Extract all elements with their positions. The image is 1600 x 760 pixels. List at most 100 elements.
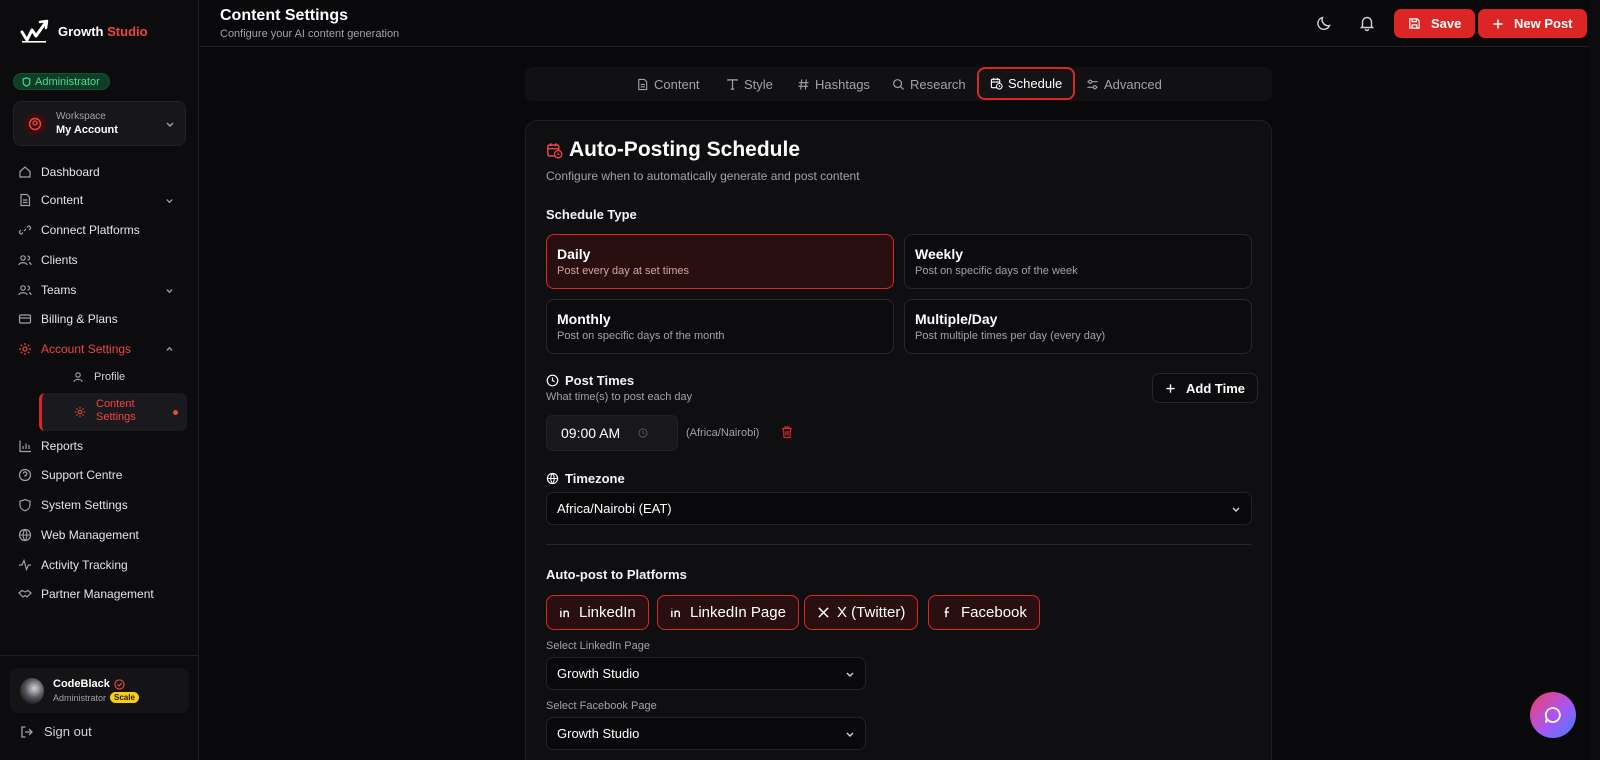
sidebar-item-content[interactable]: Content: [18, 188, 182, 212]
bell-icon[interactable]: [1358, 14, 1376, 32]
settings-tabs: Content Style Hashtags Research Schedule…: [525, 67, 1272, 101]
chevron-down-icon: [1232, 507, 1240, 512]
role-badge: Administrator: [13, 73, 110, 90]
timezone-select[interactable]: Africa/Nairobi (EAT): [546, 492, 1252, 525]
sidebar-item-label: System Settings: [41, 498, 128, 512]
sidebar-item-web-management[interactable]: Web Management: [18, 523, 182, 547]
linkedin-page-value: Growth Studio: [557, 666, 640, 681]
sidebar-item-teams[interactable]: Teams: [18, 278, 182, 302]
users-icon: [18, 255, 32, 266]
tab-hashtags[interactable]: Hashtags: [797, 67, 870, 101]
moon-icon[interactable]: [1316, 14, 1334, 32]
tab-content[interactable]: Content: [636, 67, 700, 101]
page-subtitle: Configure your AI content generation: [220, 28, 400, 40]
bar-chart-icon: [19, 440, 31, 453]
clock-icon: [638, 428, 648, 438]
platform-label: LinkedIn Page: [690, 604, 786, 621]
sign-out-button[interactable]: Sign out: [20, 724, 92, 739]
trash-icon[interactable]: [780, 425, 794, 439]
workspace-switcher[interactable]: Workspace My Account: [13, 101, 186, 146]
sidebar-item-support[interactable]: Support Centre: [18, 463, 182, 487]
section-title-text: Auto-Posting Schedule: [569, 138, 800, 161]
plan-badge: Scale: [110, 692, 139, 703]
sidebar-item-activity-tracking[interactable]: Activity Tracking: [18, 553, 182, 577]
avatar: [20, 677, 44, 704]
globe-icon: [546, 472, 559, 485]
option-desc: Post every day at set times: [557, 265, 690, 277]
section-subtitle: Configure when to automatically generate…: [546, 169, 860, 183]
top-header: Content Settings Configure your AI conte…: [200, 0, 1600, 47]
timezone-value: Africa/Nairobi (EAT): [557, 501, 672, 516]
post-times-subtitle: What time(s) to post each day: [546, 391, 693, 403]
schedule-option-weekly[interactable]: Weekly Post on specific days of the week: [904, 234, 1252, 289]
new-post-button[interactable]: New Post: [1478, 9, 1587, 38]
time-value: 09:00 AM: [561, 425, 621, 441]
search-icon: [893, 78, 905, 90]
shield-icon: [22, 76, 31, 87]
chevron-down-icon: [166, 288, 173, 293]
option-title: Weekly: [915, 246, 963, 262]
sidebar-item-system-settings[interactable]: System Settings: [18, 493, 182, 517]
platform-label: Facebook: [961, 604, 1027, 621]
tab-advanced[interactable]: Advanced: [1086, 67, 1162, 101]
save-icon: [1409, 18, 1420, 29]
platform-linkedin-page-toggle[interactable]: LinkedIn Page: [657, 595, 799, 630]
platform-label: LinkedIn: [579, 604, 636, 621]
time-timezone-note: (Africa/Nairobi): [686, 427, 760, 439]
sidebar-subitem-profile[interactable]: Profile: [40, 371, 186, 383]
sidebar-item-billing[interactable]: Billing & Plans: [18, 307, 182, 331]
facebook-page-select[interactable]: Growth Studio: [546, 717, 866, 750]
chevron-up-icon: [166, 346, 173, 351]
tab-research[interactable]: Research: [892, 67, 966, 101]
sidebar-item-account-settings[interactable]: Account Settings: [18, 337, 182, 361]
timezone-heading: Timezone: [546, 471, 625, 486]
handshake-icon: [18, 589, 32, 598]
sidebar-subitem-label: Content Settings: [96, 398, 136, 423]
brand[interactable]: Growth Studio: [20, 18, 148, 44]
save-button[interactable]: Save: [1394, 9, 1476, 38]
tab-label: Style: [744, 76, 773, 92]
file-icon: [20, 193, 31, 207]
chevron-down-icon: [846, 732, 854, 737]
calendar-clock-icon: [547, 142, 563, 158]
linkedin-page-select[interactable]: Growth Studio: [546, 657, 866, 690]
sidebar-item-connect-platforms[interactable]: Connect Platforms: [18, 218, 182, 242]
add-time-button[interactable]: Add Time: [1152, 373, 1258, 403]
gear-icon: [19, 343, 31, 355]
tab-style[interactable]: Style: [726, 67, 773, 101]
platform-facebook-toggle[interactable]: Facebook: [928, 595, 1040, 630]
sidebar-item-label: Dashboard: [41, 165, 100, 179]
app-root: Growth Studio Administrator Workspace My…: [0, 0, 1600, 760]
option-title: Daily: [557, 246, 591, 262]
sidebar-item-dashboard[interactable]: Dashboard: [18, 160, 182, 184]
platform-x-toggle[interactable]: X (Twitter): [804, 595, 919, 630]
chevron-down-icon: [166, 198, 173, 203]
sidebar-item-label: Teams: [41, 283, 77, 297]
option-title: Multiple/Day: [915, 311, 998, 327]
team-icon: [18, 285, 32, 296]
scrollbar[interactable]: [1589, 0, 1600, 760]
workspace-label: Workspace: [56, 111, 106, 122]
schedule-option-monthly[interactable]: Monthly Post on specific days of the mon…: [546, 299, 894, 354]
brand-name-part1: Growth: [58, 23, 104, 39]
chat-button[interactable]: [1530, 692, 1576, 738]
sidebar-item-reports[interactable]: Reports: [18, 434, 182, 458]
sign-out-label: Sign out: [44, 724, 92, 739]
schedule-option-daily[interactable]: Daily Post every day at set times: [546, 234, 894, 289]
platform-label: X (Twitter): [837, 604, 906, 621]
platform-linkedin-toggle[interactable]: LinkedIn: [546, 595, 649, 630]
sidebar-item-label: Connect Platforms: [41, 223, 140, 237]
tab-schedule[interactable]: Schedule: [977, 67, 1076, 100]
sidebar-item-partner-management[interactable]: Partner Management: [18, 582, 182, 606]
time-input[interactable]: 09:00 AM: [546, 415, 678, 451]
sidebar-item-clients[interactable]: Clients: [18, 248, 182, 272]
brand-logo-icon: [20, 19, 49, 43]
logout-icon: [21, 725, 33, 738]
user-card[interactable]: CodeBlack Administrator Scale: [10, 668, 189, 713]
linkedin-icon: [671, 608, 680, 618]
facebook-icon: [944, 607, 949, 618]
link-icon: [18, 225, 32, 235]
sidebar-subitem-content-settings[interactable]: Content Settings: [39, 393, 187, 431]
sidebar-item-label: Activity Tracking: [41, 558, 128, 572]
schedule-option-multiple-per-day[interactable]: Multiple/Day Post multiple times per day…: [904, 299, 1252, 354]
